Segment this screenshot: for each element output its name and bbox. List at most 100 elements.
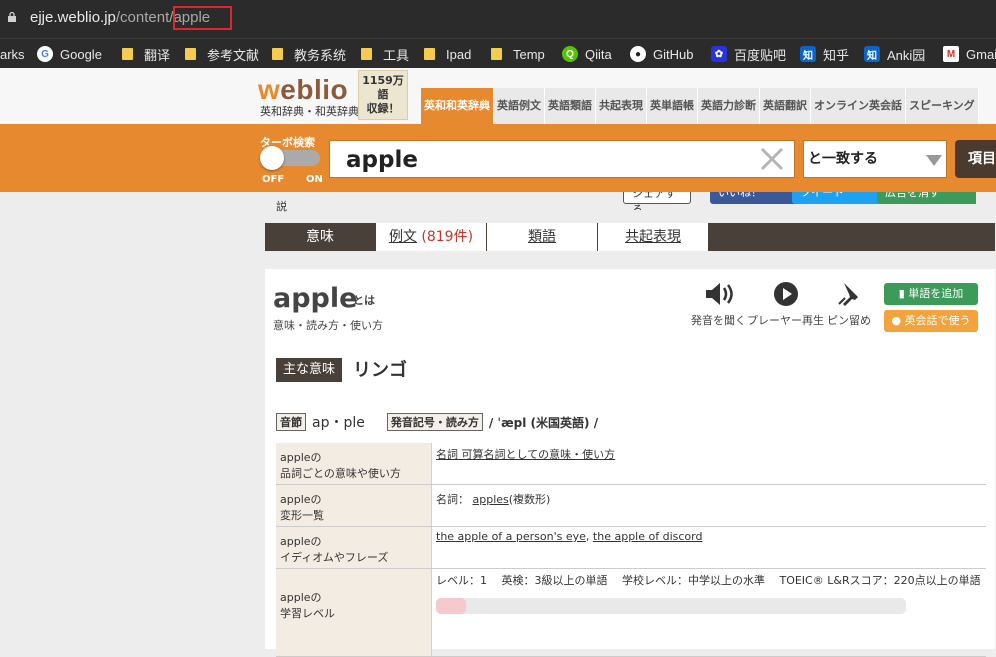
nav-tab-collocations[interactable]: 共起表現	[596, 88, 647, 124]
entry-card: apple とは 意味・読み方・使い方 発音を聞く プレーヤー再生 ピン留め ▮…	[265, 269, 995, 657]
nav-tab-diagnosis[interactable]: 英語力診断	[698, 88, 760, 124]
nav-tab-wordbook[interactable]: 英単語帳	[647, 88, 698, 124]
bookmark-qiita[interactable]: Q Qiita	[562, 45, 612, 63]
share-button[interactable]: シェアする	[623, 192, 691, 210]
address-bar: ejje.weblio.jp/content/apple	[0, 0, 996, 38]
tab-examples[interactable]: 例文 (819件)	[376, 223, 486, 251]
web-page: weblio 英和辞典・和英辞典 1159万 語 収録！ 英和和英辞典 英語例文…	[0, 68, 996, 657]
syllable-tag: 音節	[276, 413, 306, 431]
row-key: appleの 変形一覧	[276, 484, 432, 527]
pin-icon	[838, 283, 858, 306]
tab-synonyms[interactable]: 類語	[487, 223, 597, 251]
bookmark-folder[interactable]: 教务系统	[272, 45, 346, 63]
bookmark-google[interactable]: G Google	[37, 45, 102, 63]
bookmark-zhihu[interactable]: 知知乎	[800, 45, 849, 63]
headword-suffix: とは	[353, 294, 375, 307]
pos-link[interactable]: 名詞 可算名詞としての意味・使い方	[436, 448, 615, 461]
hide-ads-button[interactable]: 広告を消す	[877, 192, 976, 204]
speech-bubble-icon: ●	[891, 314, 905, 327]
nav-tab-eikaiwa[interactable]: オンライン英会話	[811, 88, 906, 124]
bookmarks-bar: arks G Google 翻译 参考文献 教务系统 工具 Ipad Temp Q…	[0, 38, 996, 69]
bookmark-gmail[interactable]: M Gmai	[943, 45, 996, 63]
lock-icon	[8, 12, 16, 22]
logo-subtitle: 英和辞典・和英辞典	[260, 105, 359, 118]
bookmark-folder[interactable]: Temp	[491, 45, 545, 63]
zhihu-icon: 知	[800, 46, 816, 62]
google-icon: G	[37, 46, 53, 62]
table-row: appleの イディオムやフレーズ the apple of a person's…	[276, 526, 986, 569]
baidu-icon: ✿	[711, 46, 727, 62]
bookmark-github[interactable]: ● GitHub	[630, 45, 693, 63]
tab-collocations[interactable]: 共起表現	[598, 223, 708, 251]
eikaiwa-button[interactable]: ● 英会話で使う	[884, 310, 978, 332]
row-value: 名詞 可算名詞としての意味・使い方	[431, 443, 986, 485]
weblio-logo[interactable]: weblio	[258, 74, 348, 106]
folder-icon	[491, 48, 502, 60]
syllable-text: ap・ple	[312, 415, 365, 431]
pron-tag: 発音記号・読み方	[386, 413, 483, 431]
site-header: weblio 英和辞典・和英辞典 1159万 語 収録！ 英和和英辞典 英語例文…	[0, 68, 996, 124]
bookmark-baidu[interactable]: ✿ 百度贴吧	[711, 45, 786, 63]
nav-tab-dictionary[interactable]: 英和和英辞典	[421, 88, 494, 124]
zhihu-icon: 知	[864, 46, 880, 62]
clear-icon[interactable]	[758, 145, 786, 173]
plural-link[interactable]: apples	[473, 493, 509, 506]
toggle-off-label: OFF	[262, 174, 285, 185]
blurred-content	[436, 598, 906, 614]
bookmark-item[interactable]: arks	[0, 45, 25, 63]
site-nav: 英和和英辞典 英語例文 英語類語 共起表現 英単語帳 英語力診断 英語翻訳 オン…	[421, 88, 979, 124]
partial-social-row: シェアする いいね！ ツイート 広告を消す	[276, 192, 976, 210]
nav-tab-examples[interactable]: 英語例文	[494, 88, 545, 124]
row-value: レベル：1 英検：3級以上の単語 学校レベル：中学以上の水準 TOEIC® L&…	[431, 568, 986, 657]
nav-tab-speaking[interactable]: スピーキング	[906, 88, 979, 124]
row-value: 名詞： apples(複数形)	[431, 484, 986, 527]
bookmark-folder[interactable]: 工具	[361, 45, 409, 63]
idiom-link[interactable]: the apple of discord	[593, 530, 703, 543]
toggle-knob[interactable]	[260, 146, 284, 170]
folder-icon	[424, 48, 435, 60]
bookmark-anki[interactable]: 知 Anki园	[864, 45, 925, 63]
turbo-search-toggle[interactable]	[260, 146, 320, 170]
pronounce-button[interactable]: 発音を聞く	[691, 279, 746, 328]
word-info-table: appleの 品詞ごとの意味や使い方 名詞 可算名詞としての意味・使い方 appl…	[276, 443, 986, 657]
idiom-link[interactable]: the apple of a person's eye	[436, 530, 586, 543]
table-row: appleの 学習レベル レベル：1 英検：3級以上の単語 学校レベル：中学以上の…	[276, 568, 986, 657]
main-meaning: リンゴ	[353, 360, 407, 381]
speaker-icon	[705, 283, 733, 305]
like-button[interactable]: いいね！	[710, 192, 798, 204]
bookmark-folder[interactable]: 参考文献	[185, 45, 259, 63]
bookmark-folder[interactable]: 翻译	[122, 45, 170, 63]
search-input[interactable]	[344, 145, 748, 175]
nav-tab-synonyms[interactable]: 英語類語	[545, 88, 596, 124]
item-search-button[interactable]: 項目	[955, 140, 996, 178]
folder-icon	[361, 48, 372, 60]
row-key: appleの イディオムやフレーズ	[276, 526, 432, 569]
nav-tab-translate[interactable]: 英語翻訳	[760, 88, 811, 124]
tab-meaning[interactable]: 意味	[265, 223, 375, 251]
search-bar: ターボ検索 OFF ON と一致する 項目	[0, 124, 996, 192]
folder-icon	[185, 48, 196, 60]
play-icon	[773, 282, 798, 306]
chevron-down-icon	[926, 155, 942, 166]
wordbook-icon: ▮	[898, 287, 909, 300]
table-row: appleの 品詞ごとの意味や使い方 名詞 可算名詞としての意味・使い方	[276, 443, 986, 485]
qiita-icon: Q	[562, 46, 578, 62]
row-value: the apple of a person's eye, the apple o…	[431, 526, 986, 569]
player-button[interactable]: プレーヤー再生	[747, 279, 824, 328]
pin-button[interactable]: ピン留め	[827, 279, 871, 328]
table-row: appleの 変形一覧 名詞： apples(複数形)	[276, 484, 986, 527]
row-key: appleの 品詞ごとの意味や使い方	[276, 443, 432, 485]
pron-text: / ˈæpl (米国英語) /	[488, 415, 599, 430]
partial-text: 説	[276, 200, 287, 213]
word-tabs: 意味 例文 (819件) 類語 共起表現	[265, 223, 995, 251]
pronunciation-row: 音節 ap・ple 発音記号・読み方 / ˈæpl (米国英語) /	[276, 412, 598, 432]
url-highlight-box	[173, 6, 232, 30]
tweet-button[interactable]: ツイート	[792, 192, 882, 204]
search-box	[329, 140, 795, 178]
main-meaning-label: 主な意味	[276, 358, 343, 382]
folder-icon	[122, 48, 133, 60]
match-mode-select[interactable]: と一致する	[803, 140, 947, 178]
folder-icon	[272, 48, 283, 60]
bookmark-folder[interactable]: Ipad	[424, 45, 471, 63]
add-word-button[interactable]: ▮ 単語を追加	[884, 283, 978, 305]
